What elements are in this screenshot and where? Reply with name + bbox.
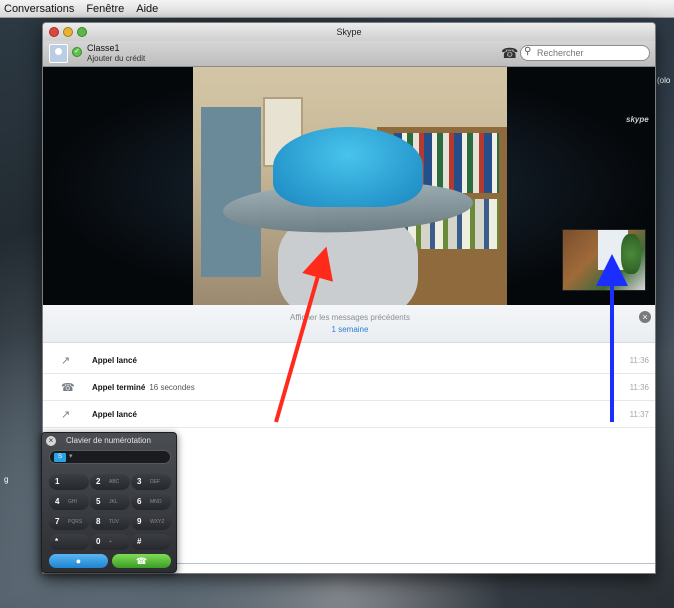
event-time: 11:36 <box>629 383 649 392</box>
dial-pad: × Clavier de numérotation S ▾ 1 2 ABC 3 DE… <box>41 432 177 573</box>
dial-key-4[interactable]: 4 GHI <box>49 494 89 510</box>
user-name: Classe1 <box>87 43 120 53</box>
dial-key-6[interactable]: 6 MNO <box>131 494 171 510</box>
close-dialpad-icon[interactable]: × <box>46 436 56 446</box>
window-controls <box>49 27 87 37</box>
list-item: ↗ Appel lancé 11:37 <box>43 401 655 428</box>
search-icon: ⚲ <box>524 46 532 57</box>
event-title: Appel lancé <box>92 356 137 365</box>
dialpad-title: Clavier de numérotation <box>66 436 151 445</box>
dial-key-0[interactable]: 0 + <box>90 534 130 550</box>
call-out-icon: ↗ <box>61 355 71 367</box>
dial-key-3[interactable]: 3 DEF <box>131 474 171 490</box>
self-preview-video[interactable] <box>562 229 646 291</box>
pip-plant <box>621 234 641 274</box>
call-end-icon: ☎ <box>61 382 75 394</box>
toolbar: ✓ Classe1 Ajouter du crédit ☎ ⚲ <box>43 41 655 67</box>
dial-key-1[interactable]: 1 <box>49 474 89 490</box>
phone-icon[interactable]: ☎ <box>501 45 518 62</box>
minimize-window-button[interactable] <box>63 27 73 37</box>
dial-key-9[interactable]: 9 WXYZ <box>131 514 171 530</box>
online-status-icon[interactable]: ✓ <box>72 47 82 57</box>
dial-key-2[interactable]: 2 ABC <box>90 474 130 490</box>
video-board <box>201 107 261 277</box>
window-titlebar[interactable]: Skype <box>43 23 655 41</box>
show-previous-messages-link[interactable]: Afficher les messages précédents <box>43 313 655 322</box>
dial-key-star[interactable]: * <box>49 534 89 550</box>
history-header: Afficher les messages précédents 1 semai… <box>43 305 655 343</box>
send-sms-button[interactable]: ● <box>49 554 108 568</box>
call-out-icon: ↗ <box>61 409 71 421</box>
search-input[interactable] <box>520 45 650 61</box>
emoticon-icon[interactable]: ☺▾ <box>630 570 647 573</box>
dial-key-5[interactable]: 5 JKL <box>90 494 130 510</box>
video-call-area: skype <box>43 67 655 305</box>
dialpad-keys: 1 2 ABC 3 DEF 4 GHI 5 JKL 6 MNO 7 PQRS 8 TUV 9W… <box>49 474 171 550</box>
zoom-window-button[interactable] <box>77 27 87 37</box>
event-title: Appel lancé <box>92 410 137 419</box>
menu-bar: Conversations Fenêtre Aide <box>0 0 674 18</box>
dial-key-8[interactable]: 8 TUV <box>90 514 130 530</box>
video-hat <box>273 127 423 207</box>
event-time: 11:37 <box>629 410 649 419</box>
menu-conversations[interactable]: Conversations <box>4 3 74 15</box>
menu-window[interactable]: Fenêtre <box>86 3 124 15</box>
remote-video <box>193 67 507 305</box>
phone-call-icon: ☎ <box>135 556 148 566</box>
close-history-icon[interactable]: × <box>639 311 651 323</box>
history-period-link[interactable]: 1 semaine <box>43 325 655 334</box>
list-item: ☎ Appel terminé 16 secondes 11:36 <box>43 374 655 401</box>
list-item: ↗ Appel lancé 11:36 <box>43 347 655 374</box>
country-flag-icon[interactable]: S <box>54 453 66 462</box>
close-window-button[interactable] <box>49 27 59 37</box>
avatar[interactable] <box>49 44 68 63</box>
dial-number-field[interactable]: S ▾ <box>49 450 171 464</box>
desktop-left-text: g <box>4 475 9 484</box>
menu-help[interactable]: Aide <box>136 3 158 15</box>
dial-key-7[interactable]: 7 PQRS <box>49 514 89 530</box>
dialpad-actions: ● ☎ <box>49 554 171 568</box>
chat-bubble-icon: ● <box>75 556 82 566</box>
skype-logo: skype <box>626 115 649 124</box>
window-title: Skype <box>336 27 362 37</box>
desktop-edge-text: (olo <box>657 76 671 85</box>
event-title: Appel terminé 16 secondes <box>92 383 195 392</box>
call-button[interactable]: ☎ <box>112 554 171 568</box>
chevron-down-icon[interactable]: ▾ <box>69 452 73 460</box>
dial-key-hash[interactable]: # <box>131 534 171 550</box>
add-credit-link[interactable]: Ajouter du crédit <box>87 54 145 63</box>
event-time: 11:36 <box>629 356 649 365</box>
